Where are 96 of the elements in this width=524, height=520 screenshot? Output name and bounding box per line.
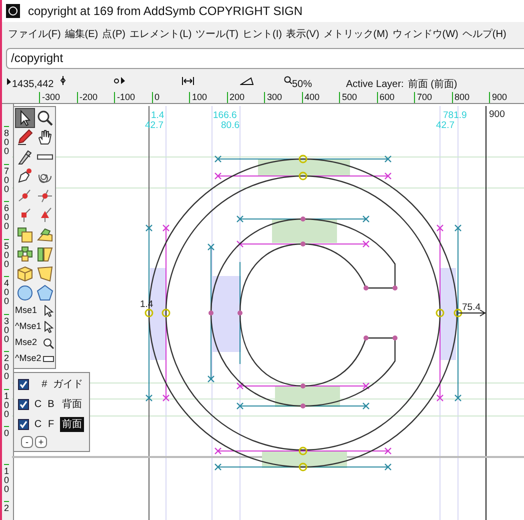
menu-item[interactable]: メトリック(M) — [321, 26, 390, 42]
mouse-binding-label: Mse2 — [15, 336, 38, 350]
layer-checkbox[interactable] — [18, 378, 29, 390]
knife-icon — [16, 148, 34, 166]
ruler-label: 200 — [4, 351, 9, 388]
layer-flag-label: C — [34, 418, 42, 430]
layer-type: F — [46, 418, 56, 432]
zoom-icon — [284, 76, 292, 84]
ruler-label: 0 — [152, 92, 189, 103]
cube-icon — [16, 264, 34, 283]
corner-point-icon — [20, 208, 30, 223]
active-layer-value: 前面 (前面) — [408, 78, 458, 92]
zoom-level: 50% — [292, 78, 314, 92]
perspective-icon — [36, 264, 54, 283]
layer-type: B — [46, 398, 56, 412]
menu-item[interactable]: ヒント(I) — [240, 26, 284, 42]
layer-checkbox[interactable] — [18, 398, 29, 410]
pointer-icon — [44, 305, 54, 317]
tool-button[interactable] — [15, 128, 35, 147]
ruler-label: 300 — [4, 314, 9, 351]
ellipse-icon — [16, 284, 34, 302]
mouse-binding-label: Mse1 — [15, 304, 38, 318]
ruler-label: 200 — [226, 92, 264, 103]
layer-name[interactable]: 背面 — [60, 396, 84, 412]
ruler-label: 700 — [414, 92, 452, 103]
ruler-label: 500 — [339, 92, 376, 103]
measurement-label: 80.6 — [221, 120, 240, 131]
mouse-binding-label: ^Mse1 — [15, 320, 42, 334]
hand-icon — [36, 128, 54, 146]
menu-item[interactable]: ファイル(F) — [6, 26, 63, 42]
menu-item[interactable]: エレメント(L) — [127, 26, 194, 42]
window-title: copyright at 169 from AddSymb COPYRIGHT SIGN — [28, 3, 303, 20]
polygon-icon — [36, 284, 54, 302]
layer-name[interactable]: 前面 — [60, 416, 84, 432]
ruler-label: 100 — [4, 464, 9, 501]
measurement-label: 1.4 — [151, 110, 164, 121]
layer-button[interactable]: + — [35, 436, 47, 448]
menu-item[interactable]: 表示(V) — [284, 26, 322, 42]
search-icon — [36, 108, 54, 127]
measurement-label: 900 — [489, 109, 505, 120]
flip-icon — [36, 226, 54, 244]
scale-icon — [16, 226, 34, 244]
ruler-label: 2 — [4, 501, 9, 520]
ruler-label: 400 — [4, 276, 9, 314]
ruler-label: 500 — [4, 238, 9, 276]
ruler-label: 800 — [452, 92, 489, 103]
layer-flag-label: C — [34, 398, 42, 410]
ruler-label: -200 — [76, 92, 114, 103]
ruler-label: 600 — [4, 201, 9, 238]
ruler-icon — [43, 356, 54, 362]
width-icon — [182, 77, 194, 85]
ruler-label: 0 — [4, 426, 9, 464]
ruler-label: 100 — [4, 388, 9, 426]
layer-checkbox[interactable] — [18, 418, 29, 430]
menu-item[interactable]: 点(P) — [100, 26, 128, 42]
ruler-label: 800 — [4, 126, 9, 164]
ruler-label: -100 — [114, 92, 152, 103]
point-icon — [60, 76, 66, 85]
tool-button[interactable] — [15, 108, 35, 128]
ruler-label: 100 — [189, 92, 226, 103]
check-icon — [19, 380, 28, 388]
ruler-label: 400 — [302, 92, 339, 103]
measurement-label: 42.7 — [436, 120, 454, 131]
ruler-label: 900 — [489, 92, 524, 103]
active-layer-label: Active Layer: — [346, 78, 404, 92]
pointer-icon — [44, 321, 54, 333]
layer-name[interactable]: ガイド — [51, 376, 85, 392]
skew-icon — [36, 245, 54, 264]
ruler-label: -300 — [39, 92, 76, 103]
check-icon — [19, 400, 28, 408]
angle-icon — [240, 77, 254, 85]
pencil-icon — [16, 128, 34, 146]
pointer-icon — [6, 78, 12, 86]
ruler-icon — [36, 154, 52, 160]
mouse-binding-label: ^Mse2 — [15, 352, 42, 366]
cursor-coordinates: 1435,442 — [12, 78, 55, 92]
measure-arrow — [458, 310, 486, 316]
ruler-label: 600 — [376, 92, 414, 103]
search-icon — [43, 338, 54, 348]
check-icon — [19, 420, 28, 428]
ruler-label: 700 — [4, 164, 9, 201]
pen-icon — [16, 167, 34, 186]
menu-item[interactable]: ヘルプ(H) — [460, 26, 508, 42]
layer-type: # — [40, 378, 48, 392]
ruler-label: 300 — [264, 92, 302, 103]
distance-icon — [114, 76, 126, 85]
menu-item[interactable]: ツール(T) — [194, 26, 240, 42]
measurement-label: 75.4 — [462, 302, 480, 313]
measurement-label: 781.9 — [443, 110, 467, 121]
measurement-label: 166.6 — [213, 110, 237, 121]
glyph-name-field[interactable]: /copyright — [6, 48, 524, 68]
app-icon — [6, 4, 20, 18]
menu-item[interactable]: 編集(E) — [62, 26, 100, 42]
menu-item[interactable]: ウィンドウ(W) — [390, 26, 460, 42]
rotate-icon — [16, 245, 34, 264]
layer-button[interactable]: - — [21, 436, 33, 448]
